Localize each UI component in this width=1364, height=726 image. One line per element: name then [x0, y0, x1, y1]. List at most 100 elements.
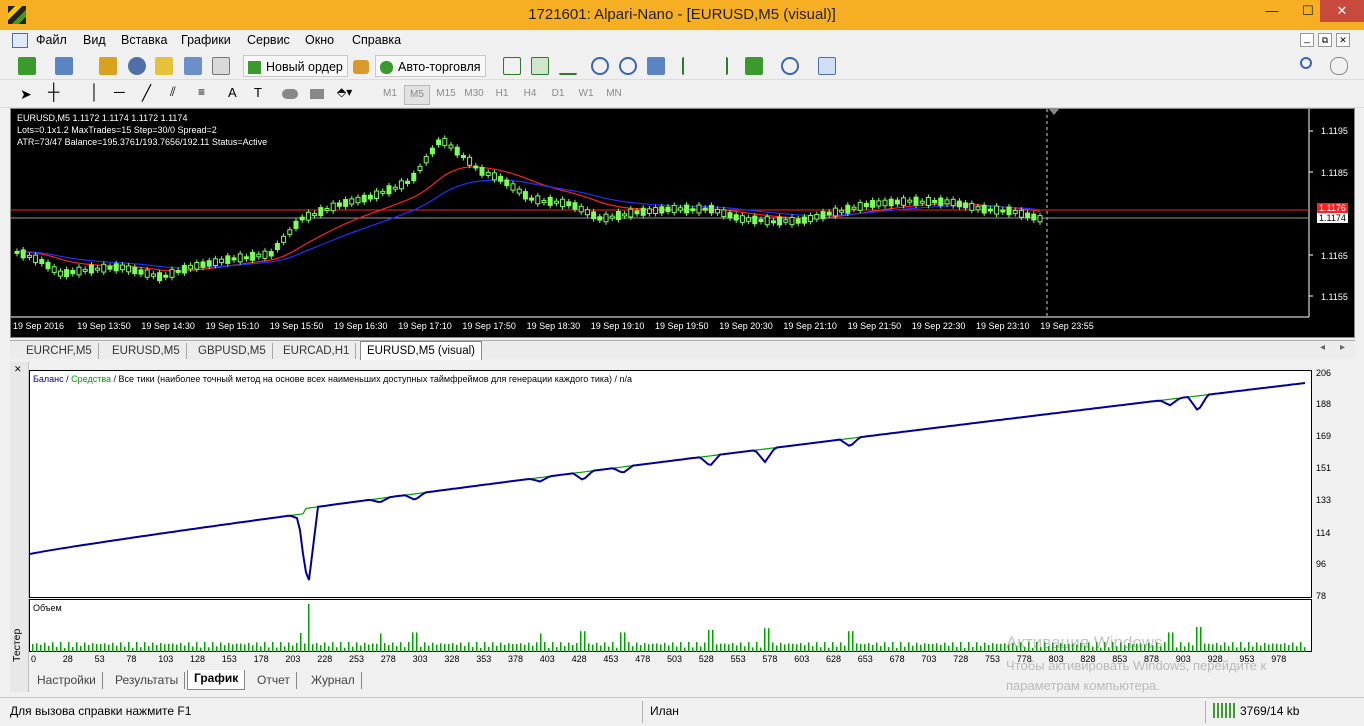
candle-body: [175, 269, 181, 273]
tab-eurusd-m5-visual[interactable]: EURUSD,M5 (visual): [360, 341, 482, 360]
candle-body: [219, 258, 225, 264]
indicators-icon[interactable]: [745, 57, 763, 75]
vertical-line-icon[interactable]: │: [90, 84, 99, 101]
tab-report[interactable]: Отчет: [251, 672, 297, 689]
data-window-icon[interactable]: [128, 57, 146, 75]
candle-body: [504, 179, 510, 187]
tab-journal[interactable]: Журнал: [305, 672, 362, 689]
arrows-icon[interactable]: ⬘▾: [337, 85, 352, 99]
menu-charts[interactable]: Графики: [181, 33, 231, 47]
horizontal-line-icon[interactable]: ─: [114, 84, 125, 101]
tab-eurusd-m5[interactable]: EURUSD,M5: [106, 343, 187, 359]
fibonacci-icon[interactable]: ≡: [198, 85, 205, 99]
volume-bar: [560, 642, 562, 652]
scroll-left-icon[interactable]: ◂: [1320, 342, 1325, 353]
zoom-in-icon[interactable]: [591, 57, 609, 75]
crosshair-icon[interactable]: ┼: [48, 84, 59, 102]
new-chart-icon[interactable]: [18, 57, 36, 75]
trendline-icon[interactable]: ╱: [142, 84, 151, 102]
tf-m1[interactable]: M1: [377, 85, 403, 103]
menu-view[interactable]: Вид: [83, 33, 106, 47]
volume-bar: [632, 646, 634, 652]
tf-m5[interactable]: M5: [404, 85, 430, 105]
menu-file[interactable]: Файл: [36, 33, 67, 47]
chart-info-line: EURUSD,M5 1.1172 1.1174 1.1172 1.1174: [17, 113, 188, 123]
volume-bar: [600, 645, 602, 652]
tab-graph[interactable]: График: [187, 670, 246, 690]
tab-settings[interactable]: Настройки: [31, 672, 103, 689]
volume-bar: [292, 645, 294, 652]
minimize-button[interactable]: —: [1254, 0, 1290, 22]
tf-h1[interactable]: H1: [489, 85, 515, 103]
autoscroll-icon[interactable]: [710, 57, 728, 75]
line-chart-icon[interactable]: [559, 57, 577, 75]
scroll-right-icon[interactable]: ▸: [1340, 342, 1345, 353]
trade-axis-label: 153: [221, 654, 237, 664]
tf-d1[interactable]: D1: [545, 85, 571, 103]
tf-w1[interactable]: W1: [573, 85, 599, 103]
candle-body: [653, 207, 659, 214]
volume-bar: [592, 644, 594, 652]
candlestick-icon[interactable]: [531, 57, 549, 75]
candle-body: [243, 256, 249, 260]
tab-gbpusd-m5[interactable]: GBPUSD,M5: [192, 343, 273, 359]
strategy-tester-icon[interactable]: [212, 57, 230, 75]
volume-bar: [640, 645, 642, 652]
doc-restore-button[interactable]: ⧉: [1318, 33, 1332, 47]
volume-bar: [64, 647, 66, 652]
doc-close-button[interactable]: ✕: [1336, 33, 1350, 47]
menu-window[interactable]: Окно: [305, 33, 334, 47]
menu-help[interactable]: Справка: [352, 33, 401, 47]
tab-eurcad-h1[interactable]: EURCAD,H1: [277, 343, 357, 359]
tf-m15[interactable]: M15: [433, 85, 459, 103]
search-icon[interactable]: [1300, 57, 1312, 69]
volume-bar: [80, 645, 82, 652]
tf-h4[interactable]: H4: [517, 85, 543, 103]
volume-bar: [872, 645, 874, 652]
tab-eurchf-m5[interactable]: EURCHF,M5: [20, 343, 99, 359]
volume-bar: [164, 644, 166, 652]
volume-bar: [452, 643, 454, 652]
navigator-icon[interactable]: [155, 57, 173, 75]
candle-body: [597, 216, 603, 221]
volume-bar: [1172, 632, 1174, 652]
ellipse-icon[interactable]: [282, 89, 298, 99]
volume-bar: [1208, 643, 1210, 652]
tester-side-tab[interactable]: ✕ Тестер: [10, 362, 29, 692]
volume-bar: [320, 645, 322, 652]
text-icon[interactable]: A: [228, 85, 237, 100]
volume-bar: [956, 646, 958, 652]
chat-icon[interactable]: [1330, 57, 1348, 75]
text-label-icon[interactable]: T: [254, 85, 262, 100]
templates-icon[interactable]: [818, 57, 836, 75]
volume-bar: [680, 642, 682, 652]
tf-mn[interactable]: MN: [601, 85, 627, 103]
menu-insert[interactable]: Вставка: [121, 33, 167, 47]
volume-bar: [716, 644, 718, 652]
periods-icon[interactable]: [781, 57, 799, 75]
panel-close-icon[interactable]: ✕: [14, 364, 22, 375]
rectangle-icon[interactable]: [310, 89, 324, 99]
menu-tools[interactable]: Сервис: [247, 33, 290, 47]
tile-windows-icon[interactable]: [647, 57, 665, 75]
trade-axis-label: 628: [826, 654, 842, 664]
tab-results[interactable]: Результаты: [109, 672, 186, 689]
terminal-icon[interactable]: [184, 57, 202, 75]
profiles-icon[interactable]: [55, 57, 73, 75]
volume-bar: [800, 643, 802, 652]
channel-icon[interactable]: ⫽: [170, 84, 176, 100]
volume-bar: [420, 646, 422, 652]
close-button[interactable]: ✕: [1320, 0, 1364, 22]
volume-bar: [408, 642, 410, 652]
volume-bar: [480, 647, 482, 652]
cursor-icon[interactable]: ➤: [20, 86, 32, 103]
bar-chart-icon[interactable]: [503, 57, 521, 75]
doc-minimize-button[interactable]: _: [1300, 33, 1314, 47]
zoom-out-icon[interactable]: [619, 57, 637, 75]
market-watch-icon[interactable]: [99, 57, 117, 75]
volume-bar: [824, 642, 826, 652]
price-chart[interactable]: EURUSD,M5 1.1172 1.1174 1.1172 1.1174 Lo…: [10, 108, 1355, 338]
tf-m30[interactable]: M30: [461, 85, 487, 103]
chart-shift-icon[interactable]: [682, 57, 700, 75]
candle-body: [839, 209, 845, 213]
